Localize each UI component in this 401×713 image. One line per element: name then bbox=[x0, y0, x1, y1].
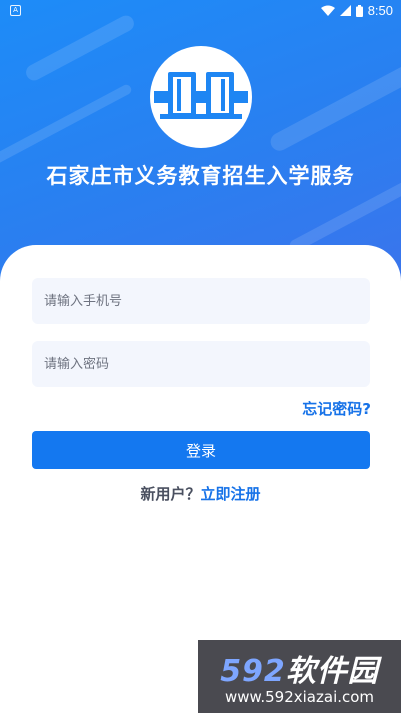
battery-icon bbox=[355, 4, 363, 17]
status-time: 8:50 bbox=[367, 3, 393, 18]
phone-field[interactable] bbox=[32, 278, 370, 324]
watermark-brand: 592软件园 bbox=[198, 646, 401, 690]
app-title: 石家庄市义务教育招生入学服务 bbox=[46, 164, 355, 188]
decorative-streak bbox=[0, 83, 133, 167]
login-button[interactable]: 登录 bbox=[32, 431, 370, 469]
watermark: 592软件园 www.592xiazai.com bbox=[198, 640, 401, 713]
status-bar: A 8:50 bbox=[0, 0, 401, 22]
signal-icon bbox=[339, 5, 351, 16]
watermark-number: 592 bbox=[220, 654, 286, 689]
status-indicators: 8:50 bbox=[320, 3, 393, 18]
decorative-streak bbox=[267, 44, 401, 154]
notification-app-icon: A bbox=[10, 5, 21, 16]
wifi-icon bbox=[320, 5, 335, 16]
book-logo-icon bbox=[154, 72, 248, 119]
watermark-url: www.592xiazai.com bbox=[224, 688, 375, 706]
password-field[interactable] bbox=[32, 341, 370, 387]
register-prompt: 新用户？ bbox=[140, 485, 201, 503]
phone-input[interactable] bbox=[32, 278, 370, 324]
register-link[interactable]: 立即注册 bbox=[201, 485, 261, 503]
decorative-streak bbox=[23, 12, 137, 84]
watermark-text: 软件园 bbox=[285, 654, 379, 689]
forgot-password-link[interactable]: 忘记密码? bbox=[302, 398, 371, 419]
app-logo bbox=[150, 46, 252, 148]
register-row: 新用户？立即注册 bbox=[0, 483, 401, 504]
password-input[interactable] bbox=[32, 341, 370, 387]
